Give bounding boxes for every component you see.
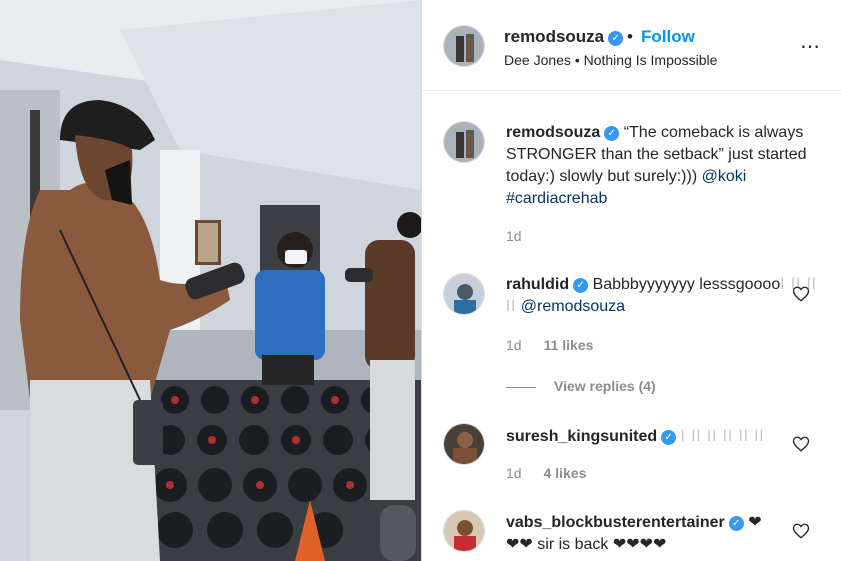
comment-body-line2: ❤❤ sir is back ❤❤❤❤ xyxy=(506,536,667,553)
caption-timestamp[interactable]: 1d xyxy=(506,228,522,244)
view-replies-button[interactable]: View replies (4) xyxy=(506,378,656,394)
caption-avatar[interactable] xyxy=(443,121,485,163)
gym-photo-illustration xyxy=(0,0,421,561)
view-replies-label[interactable]: View replies (4) xyxy=(554,378,656,394)
comment-faint-text: ǀ ǀǀ ǀǀ ǀǀ ǀǀ ǀǀ xyxy=(680,428,765,445)
audio-track[interactable]: Dee Jones • Nothing Is Impossible xyxy=(504,52,717,68)
caption-hashtag-link[interactable]: #cardiacrehab xyxy=(506,190,607,207)
comment-meta: 1d 4 likes xyxy=(506,465,586,481)
verified-badge-icon: ✓ xyxy=(661,430,677,445)
verified-badge-icon: ✓ xyxy=(728,516,744,531)
comment-avatar[interactable] xyxy=(443,510,485,552)
comment-body-line1: ❤ xyxy=(748,514,762,531)
post-header: remodsouza ✓ • Follow Dee Jones • Nothing… xyxy=(422,0,841,91)
post-sidebar: remodsouza ✓ • Follow Dee Jones • Nothing… xyxy=(421,0,841,561)
comment-body: Babbbyyyyyyy lesssgoooo xyxy=(592,276,781,293)
comment-text: rahuldid ✓ Babbbyyyyyyy lesssgooooǀ ǀǀ ǀǀ… xyxy=(506,274,826,318)
comment-avatar[interactable] xyxy=(443,273,485,315)
owner-avatar[interactable] xyxy=(443,25,485,67)
comment-meta: 1d 11 likes xyxy=(506,337,593,353)
avatar-image xyxy=(444,511,484,551)
comment-avatar[interactable] xyxy=(443,423,485,465)
like-heart-icon[interactable] xyxy=(792,285,810,303)
comment-text: vabs_blockbusterentertainer ✓ ❤ ❤❤ sir is… xyxy=(506,512,826,556)
separator-dot: • xyxy=(627,27,633,46)
comment-username[interactable]: vabs_blockbusterentertainer xyxy=(506,514,725,531)
more-options-icon[interactable]: ⋯ xyxy=(800,37,821,57)
comment-username[interactable]: suresh_kingsunited xyxy=(506,428,657,445)
verified-badge-icon: ✓ xyxy=(604,126,620,141)
comment-mention-link[interactable]: @remodsouza xyxy=(521,298,625,315)
avatar-image xyxy=(444,274,484,314)
caption-text: remodsouza ✓ “The comeback is always STRO… xyxy=(506,122,826,210)
comment-likes[interactable]: 4 likes xyxy=(544,465,587,481)
avatar-image xyxy=(444,424,484,464)
avatar-image xyxy=(444,26,484,66)
comment-likes[interactable]: 11 likes xyxy=(544,337,594,353)
avatar-image xyxy=(444,122,484,162)
comment-username[interactable]: rahuldid xyxy=(506,276,569,293)
caption-mention-link[interactable]: @koki xyxy=(702,168,747,185)
owner-username[interactable]: remodsouza xyxy=(504,27,604,46)
replies-divider xyxy=(506,386,536,388)
comment-text: suresh_kingsunited ✓ ǀ ǀǀ ǀǀ ǀǀ ǀǀ ǀǀ xyxy=(506,426,826,448)
owner-username-group[interactable]: remodsouza ✓ xyxy=(504,27,624,47)
like-heart-icon[interactable] xyxy=(792,435,810,453)
verified-badge-icon: ✓ xyxy=(608,31,624,46)
post-photo[interactable] xyxy=(0,0,421,561)
comment-timestamp[interactable]: 1d xyxy=(506,337,522,353)
comment-timestamp[interactable]: 1d xyxy=(506,465,522,481)
like-heart-icon[interactable] xyxy=(792,522,810,540)
instagram-post: remodsouza ✓ • Follow Dee Jones • Nothing… xyxy=(0,0,841,561)
verified-badge-icon: ✓ xyxy=(573,278,589,293)
caption-username[interactable]: remodsouza xyxy=(506,124,600,141)
follow-button[interactable]: Follow xyxy=(641,27,695,47)
